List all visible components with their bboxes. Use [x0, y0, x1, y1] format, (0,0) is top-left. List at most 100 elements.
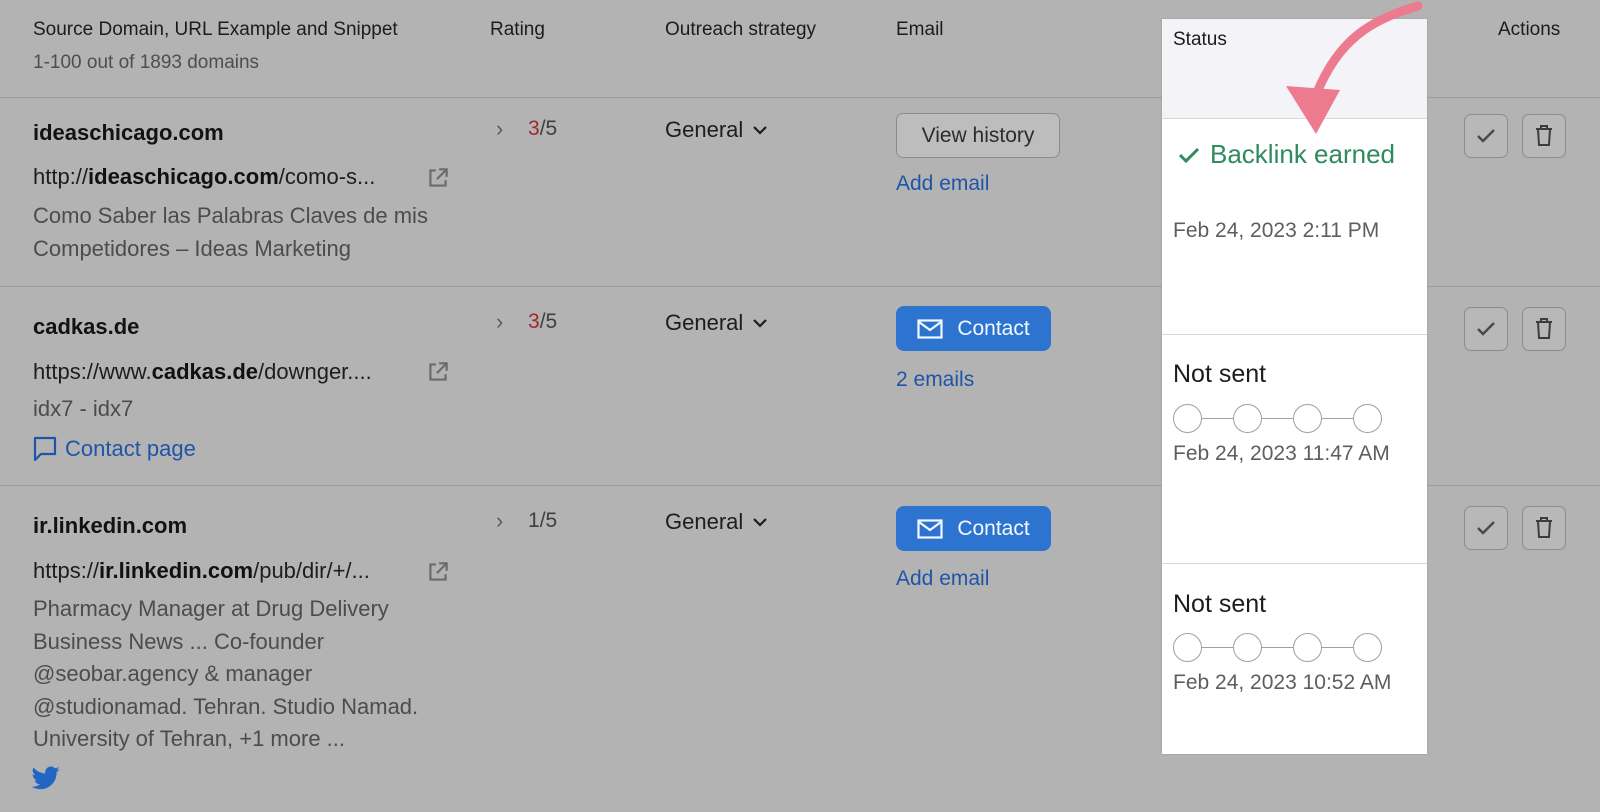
add-email-link[interactable]: Add email	[896, 567, 989, 591]
strategy-label: General	[665, 117, 744, 142]
mail-icon	[917, 318, 943, 339]
rating-value: 3	[528, 117, 540, 140]
step-dot	[1173, 404, 1202, 433]
chat-icon	[33, 436, 57, 462]
trash-icon	[1536, 125, 1552, 146]
contact-page-link[interactable]: Contact page	[33, 436, 196, 462]
domain-name[interactable]: ir.linkedin.com	[33, 513, 187, 539]
contact-button[interactable]: Contact	[896, 506, 1051, 551]
url-domain: ideaschicago.com	[88, 164, 279, 189]
check-icon	[1477, 129, 1495, 143]
step-dot	[1233, 404, 1262, 433]
chevron-right-icon[interactable]: ›	[496, 309, 503, 335]
url-domain: ir.linkedin.com	[99, 558, 254, 583]
rating-total: /5	[539, 509, 558, 532]
url-suffix: /pub/dir/+/...	[253, 558, 370, 583]
col-header-strategy: Outreach strategy	[665, 19, 817, 40]
check-icon	[1477, 322, 1495, 336]
domain-name[interactable]: cadkas.de	[33, 314, 139, 340]
snippet: Como Saber las Palabras Claves de mis Co…	[33, 203, 428, 261]
view-history-button[interactable]: View history	[896, 113, 1060, 158]
chevron-down-icon	[753, 126, 768, 135]
chevron-right-icon[interactable]: ›	[496, 508, 503, 534]
rating: 3/5	[528, 117, 557, 141]
mail-icon	[917, 518, 943, 539]
step-dot	[1353, 633, 1382, 662]
col-header-rating[interactable]: Rating	[490, 19, 545, 41]
contact-label: Contact	[957, 516, 1030, 540]
external-link-icon[interactable]	[425, 165, 451, 191]
step-dot	[1353, 404, 1382, 433]
contact-button[interactable]: Contact	[896, 306, 1051, 351]
progress-steps	[1173, 633, 1382, 662]
status-date: Feb 24, 2023 11:47 AM	[1173, 442, 1390, 465]
delete-button[interactable]	[1522, 307, 1566, 351]
chevron-right-icon[interactable]: ›	[496, 116, 503, 142]
step-dot	[1233, 633, 1262, 662]
domains-count: 1-100 out of 1893 domains	[33, 52, 260, 73]
url-prefix: https://	[33, 558, 100, 583]
approve-button[interactable]	[1464, 307, 1508, 351]
delete-button[interactable]	[1522, 114, 1566, 158]
rating: 1/5	[528, 509, 557, 533]
chevron-down-icon	[753, 319, 768, 328]
url-suffix: /como-s...	[278, 164, 376, 189]
step-line	[1202, 417, 1233, 420]
emails-link[interactable]: 2 emails	[896, 368, 974, 392]
external-link-icon[interactable]	[425, 359, 451, 385]
strategy-dropdown[interactable]: General	[665, 509, 769, 535]
status-date: Feb 24, 2023 2:11 PM	[1173, 219, 1380, 242]
snippet: idx7 - idx7	[33, 396, 134, 421]
url-prefix: https://www.	[33, 359, 152, 384]
step-line	[1202, 646, 1233, 649]
approve-button[interactable]	[1464, 506, 1508, 550]
step-dot	[1173, 633, 1202, 662]
rating-total: /5	[539, 117, 558, 140]
url-domain: cadkas.de	[151, 359, 258, 384]
delete-button[interactable]	[1522, 506, 1566, 550]
trash-icon	[1536, 318, 1552, 339]
trash-icon	[1536, 517, 1552, 538]
strategy-dropdown[interactable]: General	[665, 117, 769, 143]
check-icon	[1477, 521, 1495, 535]
url-example[interactable]: https://www.cadkas.de/downger....	[33, 359, 372, 385]
step-line	[1322, 646, 1353, 649]
approve-button[interactable]	[1464, 114, 1508, 158]
snippet: Pharmacy Manager at Drug Delivery Busine…	[33, 596, 419, 751]
chevron-down-icon	[753, 518, 768, 527]
url-suffix: /downger....	[258, 359, 372, 384]
arrow-icon	[1286, 1, 1423, 134]
step-dot	[1293, 404, 1322, 433]
col-header-actions: Actions	[1498, 19, 1561, 40]
status-label: Backlink earned	[1210, 139, 1395, 169]
check-icon	[1178, 147, 1200, 163]
step-line	[1262, 646, 1293, 649]
url-example[interactable]: https://ir.linkedin.com/pub/dir/+/...	[33, 558, 370, 584]
step-dot	[1293, 633, 1322, 662]
status-not-sent: Not sent	[1173, 590, 1267, 618]
status-divider	[1162, 563, 1427, 564]
url-prefix: http://	[33, 164, 89, 189]
twitter-icon[interactable]	[32, 766, 60, 790]
status-backlink-earned: Backlink earned	[1178, 139, 1395, 170]
domain-name[interactable]: ideaschicago.com	[33, 120, 224, 146]
col-header-source: Source Domain, URL Example and Snippet	[33, 19, 398, 40]
add-email-link[interactable]: Add email	[896, 172, 989, 196]
step-line	[1262, 417, 1293, 420]
col-header-email: Email	[896, 19, 944, 40]
external-link-icon[interactable]	[425, 559, 451, 585]
rating-total: /5	[539, 310, 558, 333]
url-example[interactable]: http://ideaschicago.com/como-s...	[33, 164, 375, 190]
progress-steps	[1173, 404, 1382, 433]
rating: 3/5	[528, 310, 557, 334]
contact-label: Contact	[957, 316, 1030, 340]
status-not-sent: Not sent	[1173, 360, 1267, 388]
strategy-label: General	[665, 509, 744, 534]
rating-value: 3	[528, 310, 540, 333]
contact-page-label: Contact page	[65, 436, 196, 461]
step-line	[1322, 417, 1353, 420]
status-date: Feb 24, 2023 10:52 AM	[1173, 671, 1392, 694]
status-divider	[1162, 334, 1427, 335]
strategy-dropdown[interactable]: General	[665, 310, 769, 336]
rating-value: 1	[528, 509, 540, 532]
